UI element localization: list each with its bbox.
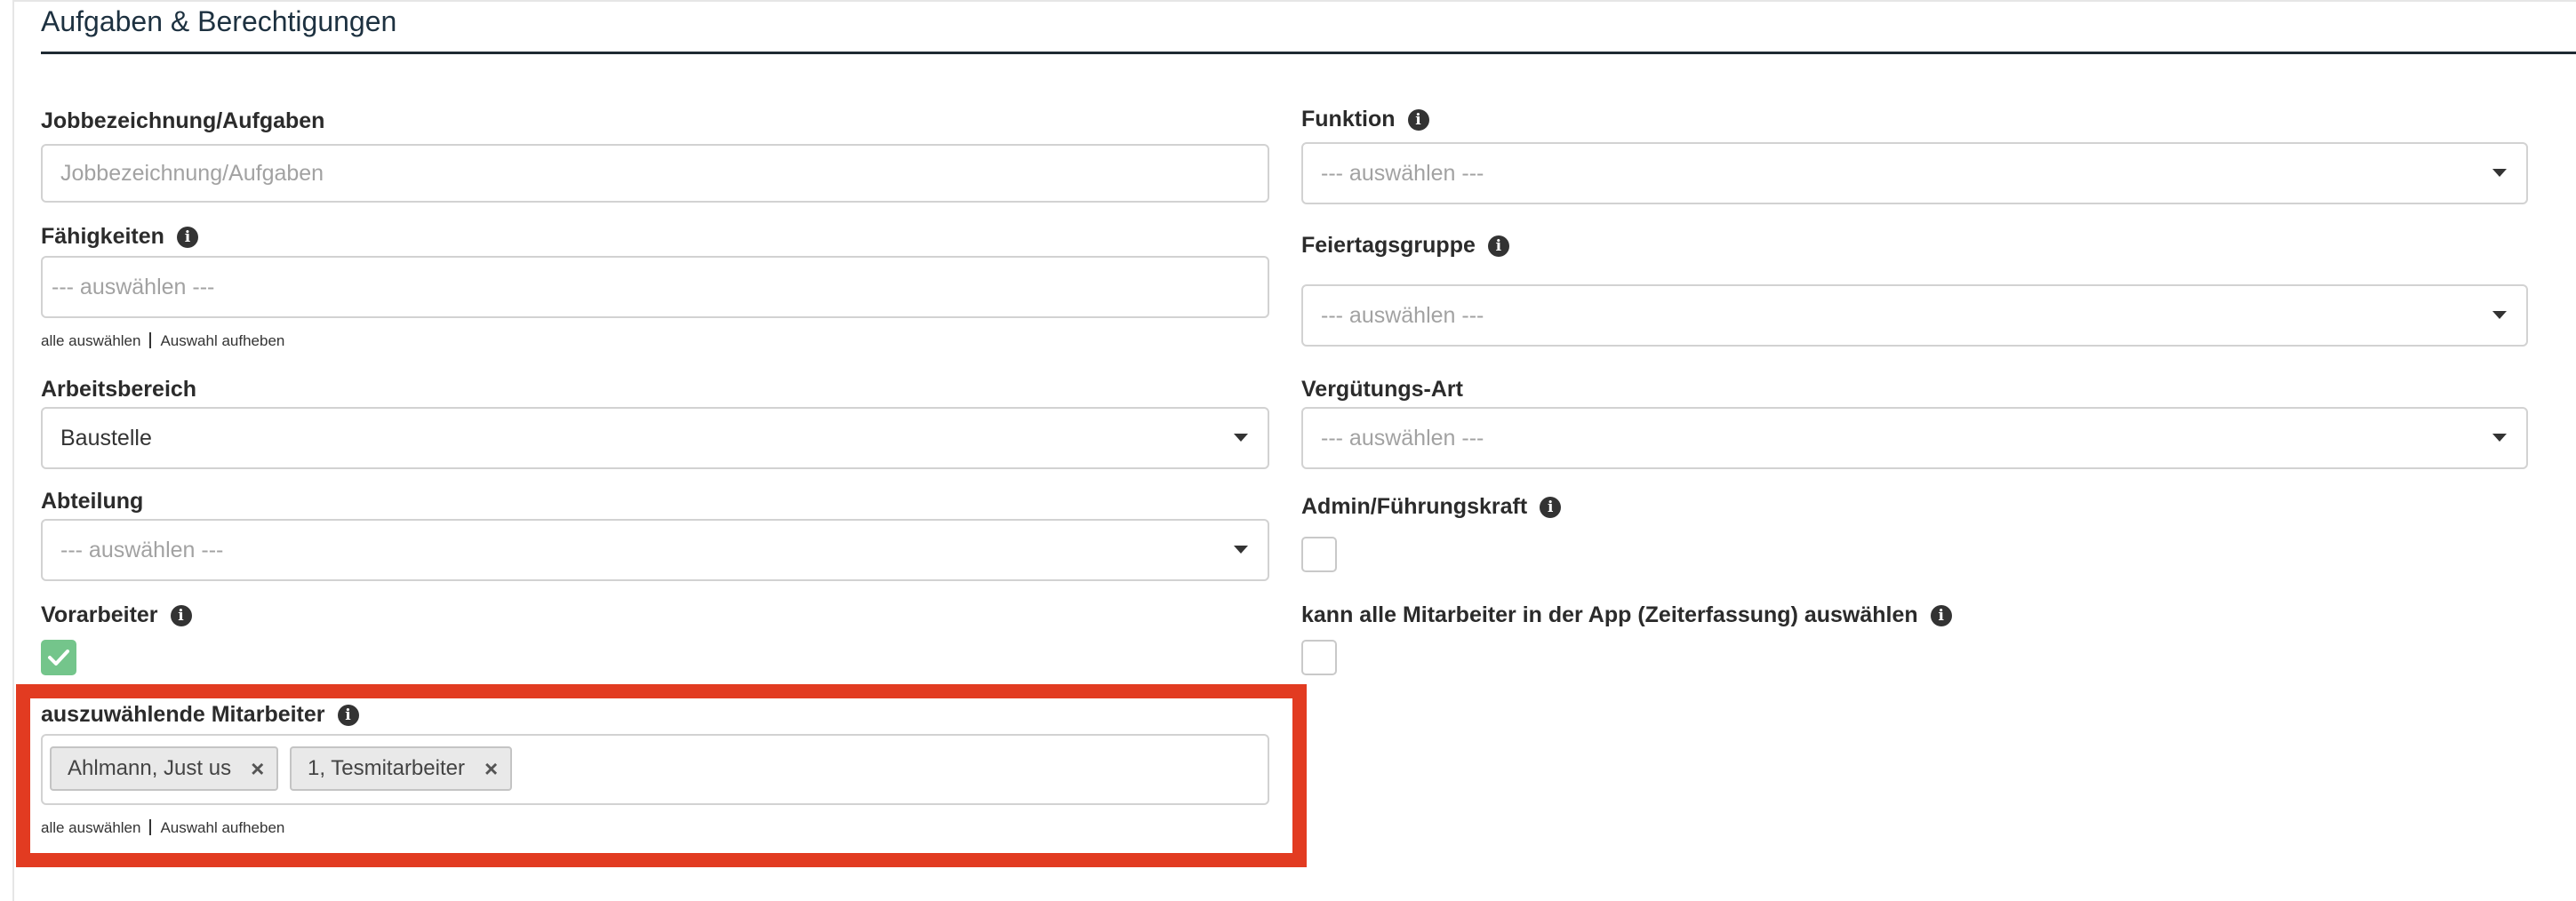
pay-type-label: Vergütungs-Art (1301, 377, 1463, 403)
select-all-app-label-text: kann alle Mitarbeiter in der App (Zeiter… (1301, 602, 1918, 627)
info-icon[interactable]: i (1487, 235, 1509, 257)
info-icon[interactable]: i (1540, 496, 1562, 518)
holiday-group-label-text: Feiertagsgruppe (1301, 233, 1476, 258)
department-placeholder: --- auswählen --- (60, 537, 224, 562)
chevron-down-icon (2492, 169, 2507, 177)
job-input[interactable]: Jobbezeichnung/Aufgaben (41, 144, 1269, 203)
chevron-down-icon (2492, 311, 2507, 319)
highlight-box (16, 684, 1307, 867)
section-title-divider (41, 52, 2576, 54)
section-title: Aufgaben & Berechtigungen (41, 5, 397, 37)
info-icon[interactable]: i (1930, 604, 1952, 626)
skills-placeholder: --- auswählen --- (52, 274, 215, 299)
checkmark-icon (48, 650, 69, 666)
job-label: Jobbezeichnung/Aufgaben (41, 108, 324, 134)
select-all-app-label: kann alle Mitarbeiter in der App (Zeiter… (1301, 602, 1952, 628)
info-icon[interactable]: i (170, 604, 192, 626)
job-label-text: Jobbezeichnung/Aufgaben (41, 108, 325, 133)
skills-label-text: Fähigkeiten (41, 224, 164, 249)
work-area-label: Arbeitsbereich (41, 377, 196, 403)
work-area-value: Baustelle (60, 425, 152, 450)
skills-select-all-link[interactable]: alle auswählen (41, 332, 140, 349)
function-placeholder: --- auswählen --- (1321, 160, 1484, 186)
job-input-placeholder: Jobbezeichnung/Aufgaben (60, 160, 324, 186)
department-select[interactable]: --- auswählen --- (41, 519, 1269, 581)
admin-checkbox[interactable] (1301, 537, 1337, 572)
function-label-text: Funktion (1301, 107, 1396, 132)
separator (149, 332, 152, 348)
holiday-group-label: Feiertagsgruppe i (1301, 233, 1509, 259)
admin-label-text: Admin/Führungskraft (1301, 494, 1528, 519)
function-label: Funktion i (1301, 107, 1429, 132)
foreman-checkbox[interactable] (41, 640, 76, 675)
info-icon[interactable]: i (176, 226, 198, 248)
foreman-label-text: Vorarbeiter (41, 602, 158, 627)
work-area-label-text: Arbeitsbereich (41, 377, 197, 402)
admin-label: Admin/Führungskraft i (1301, 494, 1562, 520)
holiday-group-select[interactable]: --- auswählen --- (1301, 284, 2528, 347)
work-area-select[interactable]: Baustelle (41, 407, 1269, 469)
pay-type-label-text: Vergütungs-Art (1301, 377, 1463, 402)
skills-deselect-link[interactable]: Auswahl aufheben (160, 332, 284, 349)
function-select[interactable]: --- auswählen --- (1301, 142, 2528, 204)
chevron-down-icon (2492, 434, 2507, 442)
left-border (12, 0, 14, 901)
select-all-app-checkbox[interactable] (1301, 640, 1337, 675)
pay-type-select[interactable]: --- auswählen --- (1301, 407, 2528, 469)
chevron-down-icon (1234, 546, 1248, 554)
holiday-group-placeholder: --- auswählen --- (1321, 302, 1484, 328)
skills-label: Fähigkeiten i (41, 224, 198, 250)
department-label: Abteilung (41, 489, 143, 514)
department-label-text: Abteilung (41, 489, 144, 514)
chevron-down-icon (1234, 434, 1248, 442)
skills-multiselect[interactable]: --- auswählen --- (41, 256, 1269, 318)
pay-type-placeholder: --- auswählen --- (1321, 425, 1484, 450)
top-border (14, 0, 2576, 2)
info-icon[interactable]: i (1407, 108, 1429, 131)
foreman-label: Vorarbeiter i (41, 602, 192, 628)
skills-helper-links: alle auswählen Auswahl aufheben (41, 332, 284, 350)
